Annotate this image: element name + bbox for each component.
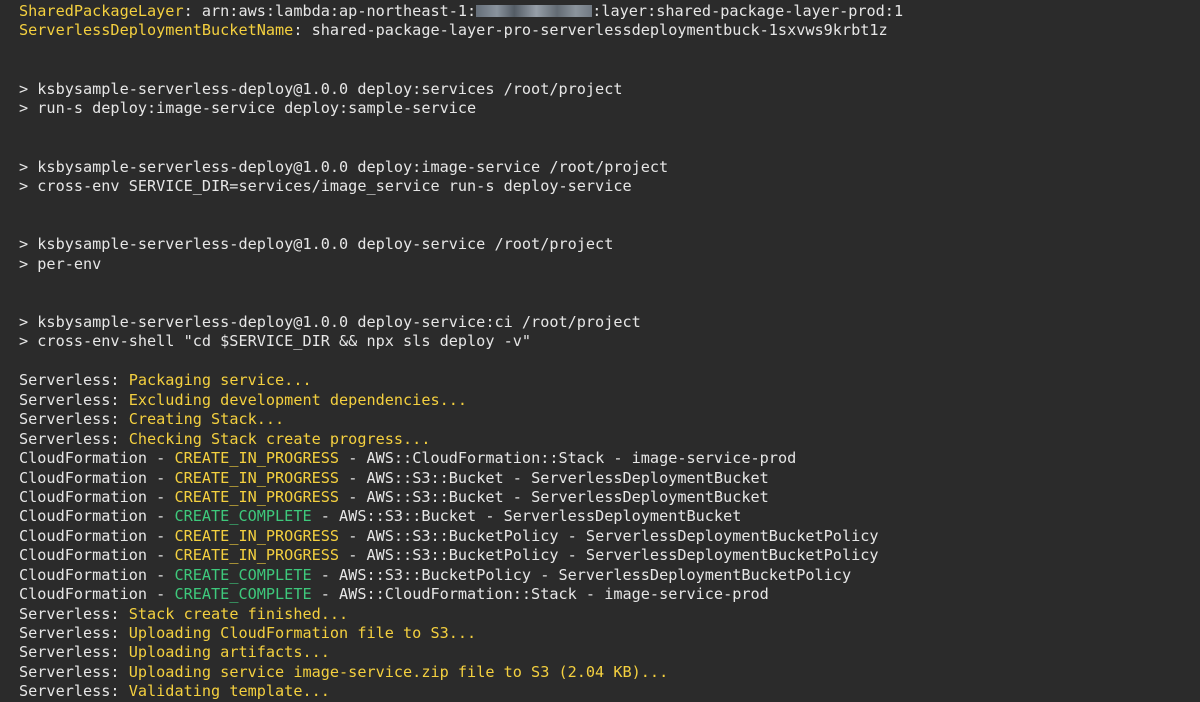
terminal-line: Serverless: Validating template... — [19, 682, 1200, 701]
terminal-text: - AWS::S3::Bucket - ServerlessDeployment… — [311, 507, 742, 526]
status-complete-text: CREATE_COMPLETE — [174, 507, 312, 526]
terminal-line: Serverless: Checking Stack create progre… — [19, 430, 1200, 449]
highlighted-text: Checking Stack create progress... — [128, 429, 431, 448]
status-complete-text: CREATE_COMPLETE — [174, 585, 312, 604]
terminal-text: > per-env — [19, 254, 102, 273]
terminal-text: Serverless: — [19, 643, 129, 662]
terminal-line: > ksbysample-serverless-deploy@1.0.0 dep… — [19, 158, 1200, 177]
terminal-text: - AWS::CloudFormation::Stack - image-ser… — [339, 449, 797, 468]
terminal-line: ServerlessDeploymentBucketName: shared-p… — [19, 21, 1200, 40]
terminal-output: SharedPackageLayer: arn:aws:lambda:ap-no… — [0, 0, 1200, 702]
highlighted-text: Uploading service image-service.zip file… — [128, 662, 669, 681]
highlighted-text: ServerlessDeploymentBucketName — [19, 21, 294, 40]
terminal-text: Serverless: — [19, 390, 129, 409]
terminal-line: Serverless: Uploading artifacts... — [19, 643, 1200, 662]
terminal-text: CloudFormation - — [19, 526, 175, 545]
terminal-line: > run-s deploy:image-service deploy:samp… — [19, 99, 1200, 118]
terminal-text: Serverless: — [19, 604, 129, 623]
terminal-text: > cross-env SERVICE_DIR=services/image_s… — [19, 176, 632, 195]
terminal-text: CloudFormation - — [19, 585, 175, 604]
terminal-text: CloudFormation - — [19, 565, 175, 584]
terminal-text: CloudFormation - — [19, 487, 175, 506]
terminal-line: > ksbysample-serverless-deploy@1.0.0 dep… — [19, 80, 1200, 99]
status-in-progress-text: CREATE_IN_PROGRESS — [174, 449, 340, 468]
terminal-text: Serverless: — [19, 662, 129, 681]
terminal-line: CloudFormation - CREATE_COMPLETE - AWS::… — [19, 507, 1200, 526]
status-in-progress-text: CREATE_IN_PROGRESS — [174, 487, 340, 506]
terminal-text: CloudFormation - — [19, 546, 175, 565]
terminal-line: Serverless: Excluding development depend… — [19, 391, 1200, 410]
terminal-line: Serverless: Uploading CloudFormation fil… — [19, 624, 1200, 643]
redacted-account-id — [476, 5, 593, 17]
status-in-progress-text: CREATE_IN_PROGRESS — [174, 526, 340, 545]
terminal-text: Serverless: — [19, 371, 129, 390]
terminal-text: > ksbysample-serverless-deploy@1.0.0 dep… — [19, 157, 669, 176]
terminal-text: - AWS::CloudFormation::Stack - image-ser… — [311, 585, 769, 604]
status-complete-text: CREATE_COMPLETE — [174, 565, 312, 584]
terminal-text: - AWS::S3::Bucket - ServerlessDeployment… — [339, 468, 769, 487]
terminal-line: CloudFormation - CREATE_IN_PROGRESS - AW… — [19, 469, 1200, 488]
terminal-text: > ksbysample-serverless-deploy@1.0.0 dep… — [19, 79, 623, 98]
terminal-text: : arn:aws:lambda:ap-northeast-1: — [183, 2, 477, 20]
terminal-line: Serverless: Stack create finished... — [19, 605, 1200, 624]
terminal-line: > cross-env-shell "cd $SERVICE_DIR && np… — [19, 332, 1200, 351]
terminal-text: CloudFormation - — [19, 468, 175, 487]
terminal-text: - AWS::S3::BucketPolicy - ServerlessDepl… — [339, 546, 879, 565]
terminal-line: CloudFormation - CREATE_IN_PROGRESS - AW… — [19, 527, 1200, 546]
terminal-line: CloudFormation - CREATE_IN_PROGRESS - AW… — [19, 449, 1200, 468]
terminal-line: Serverless: Creating Stack... — [19, 410, 1200, 429]
terminal-line: > cross-env SERVICE_DIR=services/image_s… — [19, 177, 1200, 196]
terminal-text: > cross-env-shell "cd $SERVICE_DIR && np… — [19, 332, 532, 351]
terminal-text: > ksbysample-serverless-deploy@1.0.0 dep… — [19, 313, 641, 331]
terminal-line: > ksbysample-serverless-deploy@1.0.0 dep… — [19, 313, 1200, 332]
terminal-text: :layer:shared-package-layer-prod:1 — [592, 2, 904, 20]
status-in-progress-text: CREATE_IN_PROGRESS — [174, 546, 340, 565]
terminal-text: Serverless: — [19, 410, 129, 429]
terminal-text: Serverless: — [19, 429, 129, 448]
terminal-text: - AWS::S3::Bucket - ServerlessDeployment… — [339, 487, 769, 506]
highlighted-text: Excluding development dependencies... — [128, 390, 468, 409]
terminal-text: : shared-package-layer-pro-serverlessdep… — [293, 21, 888, 40]
terminal-line: Serverless: Packaging service... — [19, 371, 1200, 390]
highlighted-text: Creating Stack... — [128, 410, 285, 429]
terminal-text: > run-s deploy:image-service deploy:samp… — [19, 99, 477, 118]
terminal-text: > ksbysample-serverless-deploy@1.0.0 dep… — [19, 235, 614, 254]
highlighted-text: Packaging service... — [128, 371, 312, 390]
highlighted-text: Uploading CloudFormation file to S3... — [128, 624, 477, 642]
terminal-text: Serverless: — [19, 624, 129, 642]
terminal-line: Serverless: Uploading service image-serv… — [19, 663, 1200, 682]
highlighted-text: Stack create finished... — [128, 604, 349, 623]
terminal-line: > per-env — [19, 255, 1200, 274]
terminal-line: CloudFormation - CREATE_IN_PROGRESS - AW… — [19, 488, 1200, 507]
terminal-text: - AWS::S3::BucketPolicy - ServerlessDepl… — [339, 526, 879, 545]
terminal-line: SharedPackageLayer: arn:aws:lambda:ap-no… — [19, 2, 1200, 21]
terminal-line: > ksbysample-serverless-deploy@1.0.0 dep… — [19, 235, 1200, 254]
terminal-line: CloudFormation - CREATE_IN_PROGRESS - AW… — [19, 546, 1200, 565]
terminal-line: CloudFormation - CREATE_COMPLETE - AWS::… — [19, 566, 1200, 585]
status-in-progress-text: CREATE_IN_PROGRESS — [174, 468, 340, 487]
highlighted-text: Validating template... — [128, 682, 330, 701]
terminal-text: CloudFormation - — [19, 449, 175, 468]
terminal-text: Serverless: — [19, 682, 129, 701]
highlighted-text: SharedPackageLayer — [19, 2, 184, 20]
terminal-line: CloudFormation - CREATE_COMPLETE - AWS::… — [19, 585, 1200, 604]
terminal-text: - AWS::S3::BucketPolicy - ServerlessDepl… — [311, 565, 852, 584]
highlighted-text: Uploading artifacts... — [128, 643, 330, 662]
terminal-text: CloudFormation - — [19, 507, 175, 526]
